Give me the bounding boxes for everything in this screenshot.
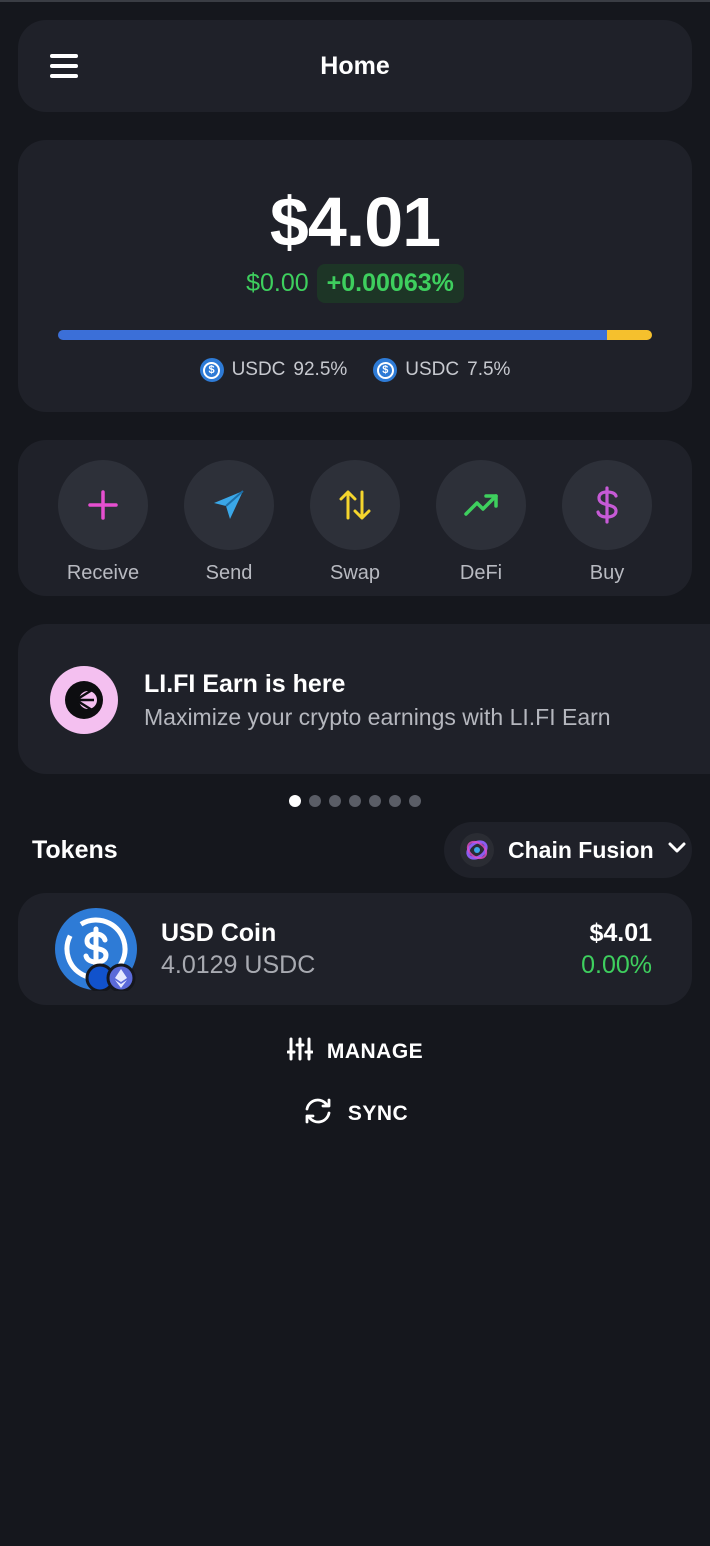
pagination-dot[interactable] — [289, 795, 301, 807]
manage-tokens-button[interactable]: MANAGE — [0, 1036, 710, 1068]
header-bar: Home — [18, 20, 692, 112]
chain-fusion-icon — [460, 833, 494, 867]
promo-title: LI.FI Earn is here — [144, 670, 346, 698]
swap-arrows-icon — [310, 460, 400, 550]
usdc-icon: $ — [199, 358, 224, 382]
legend-item: $ USDC 7.5% — [373, 358, 510, 382]
token-value: $4.01 — [589, 919, 652, 947]
trending-up-icon — [436, 460, 526, 550]
pagination-dot[interactable] — [409, 795, 421, 807]
token-name: USD Coin — [161, 919, 277, 947]
page-title: Home — [320, 52, 390, 80]
token-amount: 4.0129 USDC — [161, 951, 316, 979]
pagination-dot[interactable] — [329, 795, 341, 807]
legend-item: $ USDC 92.5% — [199, 358, 348, 382]
plus-icon — [58, 460, 148, 550]
balance-card: $4.01 $0.00 +0.00063% $ USDC 92.5% $ USD… — [18, 140, 692, 412]
tokens-heading: Tokens — [32, 836, 118, 864]
buy-label: Buy — [589, 562, 625, 584]
balance-change-percent-badge: +0.00063% — [316, 264, 464, 303]
sync-label: SYNC — [347, 1102, 409, 1125]
pagination-dot[interactable] — [349, 795, 361, 807]
send-button[interactable]: Send — [184, 460, 274, 596]
defi-button[interactable]: DeFi — [436, 460, 526, 596]
allocation-segment — [58, 330, 608, 340]
receive-label: Receive — [66, 562, 140, 584]
legend-percent: 7.5% — [467, 359, 511, 380]
pagination-dot[interactable] — [389, 795, 401, 807]
balance-change: $0.00 +0.00063% — [18, 264, 692, 303]
swap-label: Swap — [329, 562, 381, 584]
legend-token: USDC — [405, 359, 460, 380]
allocation-bar — [58, 330, 652, 340]
swap-button[interactable]: Swap — [310, 460, 400, 596]
manage-label: MANAGE — [326, 1040, 424, 1063]
sliders-icon — [286, 1036, 314, 1068]
pagination-dot[interactable] — [309, 795, 321, 807]
network-selector-label: Chain Fusion — [508, 836, 654, 863]
sync-button[interactable]: SYNC — [0, 1096, 710, 1132]
allocation-segment — [607, 330, 652, 340]
token-row-usdc[interactable]: USD Coin 4.0129 USDC $4.01 0.00% — [18, 893, 692, 1005]
buy-button[interactable]: Buy — [562, 460, 652, 596]
usdc-icon: $ — [373, 358, 398, 382]
carousel-pagination — [0, 795, 710, 807]
sync-icon — [302, 1096, 334, 1132]
usdc-icon — [54, 907, 138, 993]
quick-actions: Receive Send Swap DeFi Buy — [18, 440, 692, 596]
lifi-logo-icon — [50, 666, 118, 734]
pagination-dot[interactable] — [369, 795, 381, 807]
chevron-down-icon — [668, 841, 686, 859]
network-selector[interactable]: Chain Fusion — [444, 822, 692, 878]
total-balance: $4.01 — [269, 183, 441, 261]
balance-change-amount: $0.00 — [246, 269, 309, 297]
send-label: Send — [205, 562, 253, 584]
legend-token: USDC — [231, 359, 286, 380]
dollar-icon — [562, 460, 652, 550]
paper-plane-icon — [184, 460, 274, 550]
receive-button[interactable]: Receive — [58, 460, 148, 596]
promo-banner[interactable]: LI.FI Earn is here Maximize your crypto … — [18, 624, 710, 774]
legend-percent: 92.5% — [293, 359, 348, 380]
defi-label: DeFi — [459, 562, 503, 584]
token-change: 0.00% — [581, 951, 652, 979]
promo-subtitle: Maximize your crypto earnings with LI.FI… — [144, 704, 611, 730]
allocation-legend: $ USDC 92.5% $ USDC 7.5% — [18, 358, 692, 382]
